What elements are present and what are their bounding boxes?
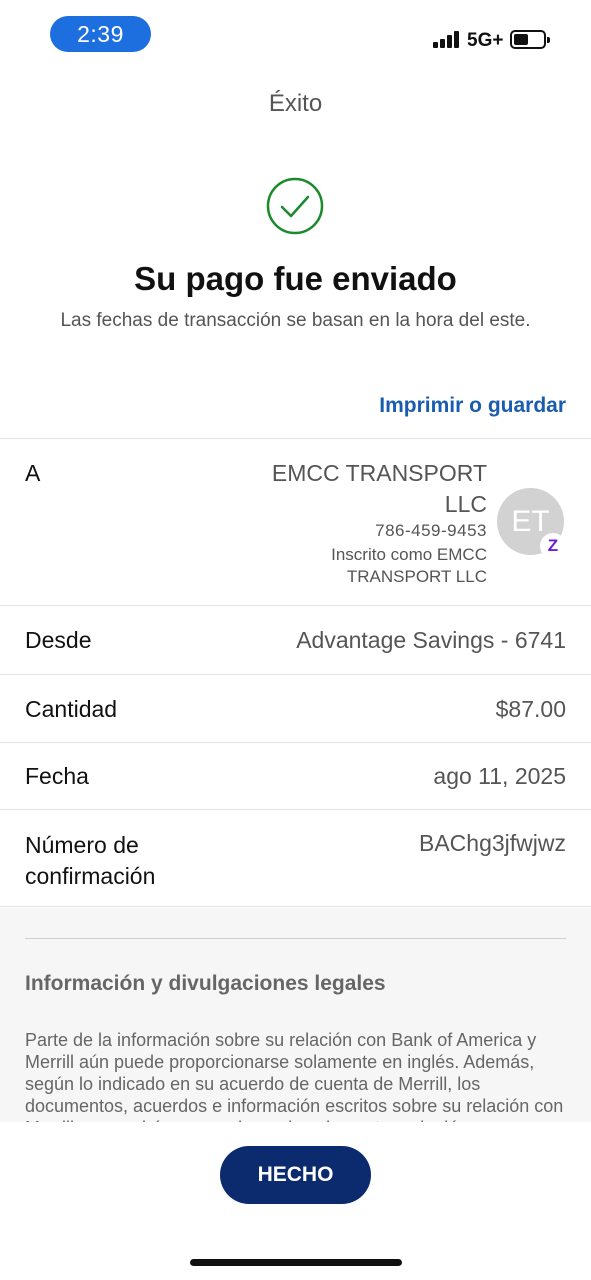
page-title: Éxito [268, 90, 323, 117]
divider [0, 742, 591, 743]
home-indicator[interactable] [190, 1259, 402, 1266]
divider [0, 605, 591, 606]
zelle-icon: Z [540, 533, 566, 559]
divider [0, 809, 591, 810]
status-time: 2:39 [50, 16, 151, 52]
battery-icon [510, 30, 550, 49]
legal-title: Información y divulgaciones legales [25, 972, 386, 995]
divider [25, 938, 566, 939]
confirmation-subtext: Las fechas de transacción se basan en la… [60, 310, 531, 331]
status-bar: 2:39 5G+ [0, 0, 591, 70]
recipient-label: A [25, 460, 41, 486]
divider [0, 906, 591, 907]
confirmation-headline: Su pago fue enviado [134, 260, 457, 297]
divider [0, 674, 591, 675]
date-label: Fecha [25, 763, 89, 789]
checkmark-circle-icon [266, 177, 324, 235]
confirmation-number-label: Número de confirmación [25, 832, 156, 889]
recipient-enrolled-as: Inscrito como EMCC TRANSPORT LLC [331, 545, 487, 586]
confirmation-number-value: BAChg3jfwjwz [419, 830, 566, 856]
date-value: ago 11, 2025 [433, 763, 566, 789]
recipient-name: EMCC TRANSPORT LLC [271, 460, 487, 517]
network-type: 5G+ [467, 30, 504, 51]
cellular-signal-icon [433, 30, 463, 48]
done-button[interactable]: HECHO [220, 1146, 371, 1204]
legal-section: Información y divulgaciones legales Part… [0, 908, 591, 1122]
recipient-phone: 786-459-9453 [375, 521, 487, 540]
print-or-save-link[interactable]: Imprimir o guardar [379, 394, 566, 418]
amount-label: Cantidad [25, 696, 118, 722]
divider [0, 438, 591, 439]
legal-body: Parte de la información sobre su relació… [25, 1030, 564, 1122]
from-value: Advantage Savings - 6741 [296, 627, 566, 653]
from-label: Desde [25, 627, 92, 653]
amount-value: $87.00 [495, 696, 566, 722]
